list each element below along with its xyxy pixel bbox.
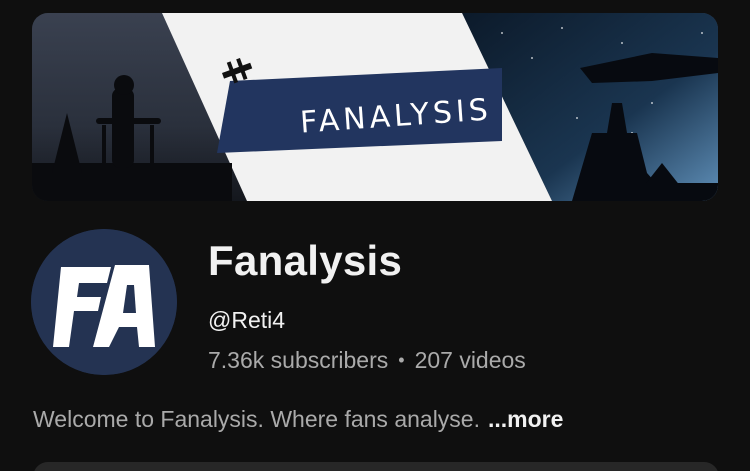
channel-stats: 7.36k subscribers • 207 videos bbox=[208, 345, 526, 375]
channel-handle: @Reti4 bbox=[208, 307, 286, 333]
video-count: 207 videos bbox=[414, 347, 526, 373]
channel-name: Fanalysis bbox=[208, 237, 403, 284]
channel-banner: FANALYSIS bbox=[32, 13, 718, 201]
channel-avatar[interactable] bbox=[31, 229, 177, 375]
stats-separator: • bbox=[398, 350, 405, 370]
description-text: Welcome to Fanalysis. Where fans analyse… bbox=[33, 406, 480, 432]
more-link[interactable]: ...more bbox=[488, 406, 563, 432]
fa-logo-icon bbox=[31, 229, 177, 375]
subscriber-count: 7.36k subscribers bbox=[208, 347, 389, 373]
banner-artwork bbox=[32, 13, 718, 201]
channel-page: FANALYSIS Fanalysis @Reti4 7.36k subscri… bbox=[0, 0, 750, 471]
channel-description[interactable]: Welcome to Fanalysis. Where fans analyse… bbox=[33, 403, 563, 435]
channel-links-panel[interactable] bbox=[33, 462, 719, 471]
